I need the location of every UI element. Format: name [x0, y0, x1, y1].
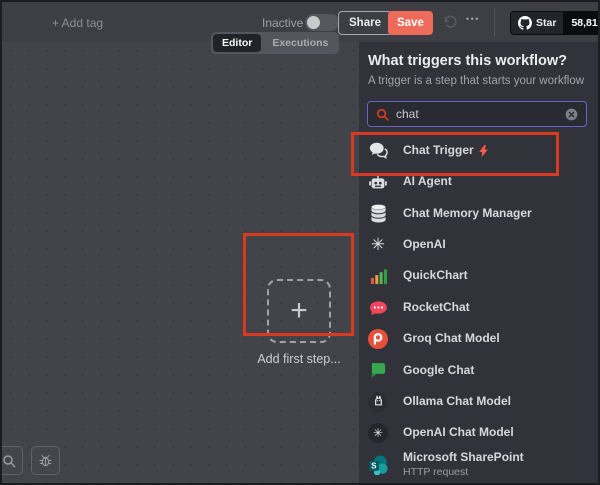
clear-search-icon[interactable] — [565, 108, 578, 121]
view-tabs: Editor Executions — [211, 32, 340, 54]
add-tag-button[interactable]: + Add tag — [46, 15, 109, 31]
trigger-list-item[interactable]: Ollama Chat Model — [367, 386, 598, 417]
trigger-list-item[interactable]: RocketChat — [367, 292, 598, 323]
panel-title: What triggers this workflow? — [368, 53, 567, 69]
github-icon — [518, 16, 532, 30]
n8n-workflow-editor: + Add tag Inactive Share Save ••• Star 5… — [0, 0, 600, 485]
tab-executions[interactable]: Executions — [263, 34, 337, 52]
add-first-step-button[interactable]: + Add first step... — [252, 279, 346, 366]
search-icon — [376, 108, 389, 121]
github-star-count: 58,814 — [563, 12, 598, 34]
topbar-divider — [494, 8, 495, 36]
zoom-reset-button[interactable] — [2, 446, 23, 475]
search-input[interactable] — [396, 107, 558, 121]
save-button[interactable]: Save — [388, 11, 433, 35]
trigger-list-item[interactable]: Chat Memory Manager — [367, 198, 598, 229]
groq-icon — [367, 329, 389, 350]
rocketchat-icon — [367, 299, 389, 316]
trigger-list-item[interactable]: Chat Trigger — [367, 135, 598, 166]
trigger-list-item[interactable]: QuickChart — [367, 261, 598, 292]
toggle-knob — [307, 16, 320, 29]
svg-text:S: S — [371, 461, 377, 470]
trigger-list-item[interactable]: ✳ OpenAI Chat Model — [367, 418, 598, 449]
activate-workflow-toggle[interactable] — [305, 14, 339, 31]
trigger-list-item[interactable]: Google Chat — [367, 355, 598, 386]
workflow-canvas[interactable]: + Add first step... — [2, 42, 355, 483]
trigger-list-item[interactable]: S Microsoft SharePoint HTTP request — [367, 449, 598, 480]
trigger-list-item[interactable]: AI Agent — [367, 166, 598, 197]
tab-editor[interactable]: Editor — [213, 34, 262, 52]
trigger-list-item[interactable]: ✳ OpenAI — [367, 229, 598, 260]
share-button[interactable]: Share — [338, 11, 392, 35]
trigger-list-item[interactable]: Groq Chat Model — [367, 323, 598, 354]
trigger-list: Chat Trigger AI Agent Chat Memory Manage… — [367, 135, 598, 480]
list-item-subtitle: HTTP request — [403, 465, 469, 478]
openai-dark-icon: ✳ — [367, 423, 389, 444]
github-star-widget[interactable]: Star 58,814 — [510, 11, 598, 35]
chat-bubbles-icon — [367, 141, 389, 160]
magnifier-icon — [2, 454, 16, 468]
github-star-label: Star — [536, 17, 557, 29]
add-first-step-label: Add first step... — [257, 352, 341, 366]
google-chat-icon — [367, 362, 389, 379]
debug-button[interactable] — [31, 446, 60, 475]
ollama-icon — [367, 391, 389, 412]
sharepoint-icon: S — [367, 455, 389, 475]
bug-icon — [38, 453, 53, 468]
add-step-dashed-box[interactable]: + — [267, 279, 331, 343]
canvas-controls — [2, 446, 60, 475]
robot-icon — [367, 173, 389, 192]
more-options-icon[interactable]: ••• — [466, 14, 480, 24]
search-box — [367, 101, 587, 127]
plus-icon: + — [290, 294, 308, 327]
workflow-status-label: Inactive — [262, 16, 304, 30]
lightning-bolt-icon — [478, 144, 488, 157]
bar-chart-icon — [367, 268, 389, 285]
panel-subtitle: A trigger is a step that starts your wor… — [368, 75, 585, 87]
trigger-panel: What triggers this workflow? A trigger i… — [359, 42, 598, 483]
database-icon — [367, 204, 389, 223]
openai-icon: ✳ — [370, 235, 386, 255]
undo-icon[interactable] — [442, 14, 458, 30]
